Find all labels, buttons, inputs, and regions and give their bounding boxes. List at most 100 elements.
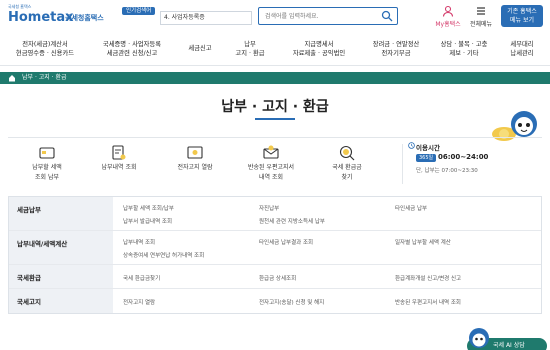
nav-item-sublabel: 전자기부금 bbox=[381, 50, 411, 57]
ai-chat-label: 국세 AI 상담 bbox=[493, 342, 525, 349]
nav-item-payment[interactable]: 납부 고지 · 환급 bbox=[228, 40, 272, 58]
user-icon bbox=[442, 5, 454, 17]
nav-item-label: 납부 bbox=[244, 41, 256, 48]
hometax-logo[interactable]: 국세청 홈택스 Hometax 국세청홈택스 bbox=[8, 4, 104, 30]
hamburger-icon bbox=[477, 7, 485, 15]
quick-item-label: 반송된 우편고지서 bbox=[247, 164, 295, 171]
search-box bbox=[258, 7, 398, 25]
category-row-payment-history: 납부내역/세액계산 납부내역 조회 타인세금 납부결과 조회 일자별 납부할 세… bbox=[9, 231, 541, 265]
category-link[interactable]: 자진납부 bbox=[259, 204, 279, 212]
category-row-refund: 국세환급 국세 환급금찾기 환급금 상세조회 환급계좌개설 신고/변경 신고 bbox=[9, 265, 541, 289]
category-title: 국세고지 bbox=[9, 289, 113, 313]
nav-item-sublabel: 고지 · 환급 bbox=[235, 50, 265, 57]
category-title: 세금납부 bbox=[9, 197, 113, 230]
nav-item-einvoice[interactable]: 전자(세금)계산서 현금영수증 · 신용카드 bbox=[12, 40, 78, 58]
card-icon bbox=[39, 147, 55, 159]
refund-search-icon bbox=[339, 145, 355, 161]
hours-note: 단, 납부는 07:00~23:30 bbox=[416, 168, 478, 174]
nav-item-tax-agent[interactable]: 세무대리 납세관리 bbox=[502, 40, 542, 58]
nav-item-label: 세금신고 bbox=[188, 45, 212, 52]
legacy-menu-line2: 메뉴 보기 bbox=[510, 17, 534, 24]
popular-search: 인기검색어 4. 사업자등록증 bbox=[122, 7, 258, 25]
quick-item-returned-mail[interactable]: 반송된 우편고지서 내역 조회 bbox=[240, 144, 302, 182]
category-link[interactable]: 전자고지(송달) 신청 및 해지 bbox=[259, 298, 324, 306]
quick-item-label: 전자고지 열람 bbox=[177, 164, 213, 171]
category-link[interactable]: 환급금 상세조회 bbox=[259, 274, 296, 282]
hours-badge: 365일 bbox=[416, 154, 437, 162]
document-view-icon bbox=[187, 146, 203, 159]
nav-item-incentives[interactable]: 장려금 · 연말정산 전자기부금 bbox=[366, 40, 426, 58]
category-link[interactable]: 타인세금 납부 bbox=[395, 204, 427, 212]
category-link[interactable]: 상속증여세 연부연납 허가내역 조회 bbox=[123, 251, 204, 259]
legacy-menu-button[interactable]: 기존 홈택스 메뉴 보기 bbox=[501, 5, 543, 27]
logo-korean: 국세청홈택스 bbox=[65, 14, 104, 22]
mail-return-icon bbox=[263, 145, 279, 159]
hours-title: 이용시간 bbox=[416, 144, 440, 152]
category-link[interactable]: 일자별 납부할 세액 계산 bbox=[395, 238, 451, 246]
nav-item-certificates[interactable]: 국세증명 · 사업자등록 세금관련 신청/신고 bbox=[96, 40, 168, 58]
home-icon[interactable] bbox=[8, 74, 16, 82]
quick-item-refund[interactable]: 국세 환급금 찾기 bbox=[316, 144, 378, 182]
category-row-tax-payment: 세금납부 납부할 세액 조회/납부 자진납부 타인세금 납부 납부서 발급내역 … bbox=[9, 197, 541, 231]
category-link[interactable]: 원천세 관련 지방소득세 납부 bbox=[259, 217, 325, 225]
site-header: 국세청 홈택스 Hometax 국세청홈택스 인기검색어 4. 사업자등록증 M… bbox=[0, 0, 550, 34]
quick-item-e-notice[interactable]: 전자고지 열람 bbox=[164, 144, 226, 172]
nav-item-label: 국세증명 · 사업자등록 bbox=[102, 41, 162, 48]
quick-item-payment-history[interactable]: 납부내역 조회 bbox=[88, 144, 150, 172]
category-link[interactable]: 전자고지 열람 bbox=[123, 298, 155, 306]
category-link[interactable]: 납부할 세액 조회/납부 bbox=[123, 204, 174, 212]
nav-item-sublabel: 제보 · 기타 bbox=[449, 50, 479, 57]
page-title: 납부 · 고지 · 환급 bbox=[221, 99, 329, 115]
quick-item-sublabel: 찾기 bbox=[341, 174, 353, 181]
nav-item-sublabel: 납세관리 bbox=[510, 50, 534, 57]
quick-item-label: 납부할 세액 bbox=[32, 164, 62, 171]
receipt-search-icon bbox=[112, 145, 126, 160]
quick-item-sublabel: 내역 조회 bbox=[259, 174, 283, 181]
category-title: 납부내역/세액계산 bbox=[9, 231, 113, 264]
nav-item-sublabel: 자료제출 · 공익법인 bbox=[292, 50, 346, 57]
all-menu-button[interactable]: 전체메뉴 bbox=[465, 5, 497, 29]
quick-item-label: 납부내역 조회 bbox=[101, 164, 137, 171]
search-input[interactable] bbox=[259, 8, 381, 24]
category-title: 국세환급 bbox=[9, 265, 113, 288]
nav-item-label: 상담 · 불복 · 고충 bbox=[440, 41, 488, 48]
popular-search-item[interactable]: 4. 사업자등록증 bbox=[160, 11, 252, 25]
hours-divider bbox=[402, 144, 403, 184]
nav-item-label: 전자(세금)계산서 bbox=[22, 41, 68, 48]
chatbot-mascot-icon[interactable] bbox=[468, 326, 490, 350]
nav-item-label: 지급명세서 bbox=[304, 41, 334, 48]
all-menu-label: 전체메뉴 bbox=[469, 21, 493, 28]
logo-wordmark: Hometax bbox=[8, 10, 74, 25]
category-row-notice: 국세고지 전자고지 열람 전자고지(송달) 신청 및 해지 반송된 우편고지서 … bbox=[9, 289, 541, 313]
nav-item-sublabel: 세금관련 신청/신고 bbox=[106, 50, 158, 57]
popular-search-badge: 인기검색어 bbox=[122, 7, 156, 15]
breadcrumb: 납부 · 고지 · 환급 bbox=[0, 72, 550, 84]
hours-time: 06:00~24:00 bbox=[438, 153, 489, 161]
category-link[interactable]: 타인세금 납부결과 조회 bbox=[259, 238, 313, 246]
main-nav: 전자(세금)계산서 현금영수증 · 신용카드 국세증명 · 사업자등록 세금관련… bbox=[0, 36, 550, 66]
category-link[interactable]: 국세 환급금찾기 bbox=[123, 274, 160, 282]
nav-item-sublabel: 현금영수증 · 신용카드 bbox=[15, 50, 75, 57]
quick-item-label: 국세 환급금 bbox=[332, 164, 362, 171]
legacy-menu-line1: 기존 홈택스 bbox=[507, 8, 537, 15]
category-link[interactable]: 납부서 발급내역 조회 bbox=[123, 217, 172, 225]
nav-item-tax-filing[interactable]: 세금신고 bbox=[182, 40, 218, 53]
nav-item-label: 세무대리 bbox=[510, 41, 534, 48]
nav-item-statements[interactable]: 지급명세서 자료제출 · 공익법인 bbox=[284, 40, 354, 58]
nav-item-label: 장려금 · 연말정산 bbox=[372, 41, 420, 48]
title-underline bbox=[255, 118, 295, 120]
breadcrumb-current[interactable]: 납부 · 고지 · 환급 bbox=[22, 72, 67, 84]
quick-menu: 납부할 세액 조회 납부 납부내역 조회 전자고지 열람 반송된 우편고지서 내… bbox=[8, 137, 542, 189]
quick-item-pay-tax[interactable]: 납부할 세액 조회 납부 bbox=[16, 144, 78, 182]
my-hometax-button[interactable]: My홈택스 bbox=[430, 5, 466, 29]
category-link[interactable]: 반송된 우편고지서 내역 조회 bbox=[395, 298, 461, 306]
clock-icon bbox=[408, 142, 415, 149]
service-hours: 이용시간 365일 06:00~24:00 단, 납부는 07:00~23:30 bbox=[402, 142, 538, 186]
search-button[interactable] bbox=[381, 10, 395, 22]
my-hometax-label: My홈택스 bbox=[435, 21, 461, 28]
category-table: 세금납부 납부할 세액 조회/납부 자진납부 타인세금 납부 납부서 발급내역 … bbox=[8, 196, 542, 314]
category-link[interactable]: 납부내역 조회 bbox=[123, 238, 155, 246]
quick-item-sublabel: 조회 납부 bbox=[35, 174, 59, 181]
category-link[interactable]: 환급계좌개설 신고/변경 신고 bbox=[395, 274, 461, 282]
nav-item-consultation[interactable]: 상담 · 불복 · 고충 제보 · 기타 bbox=[434, 40, 494, 58]
